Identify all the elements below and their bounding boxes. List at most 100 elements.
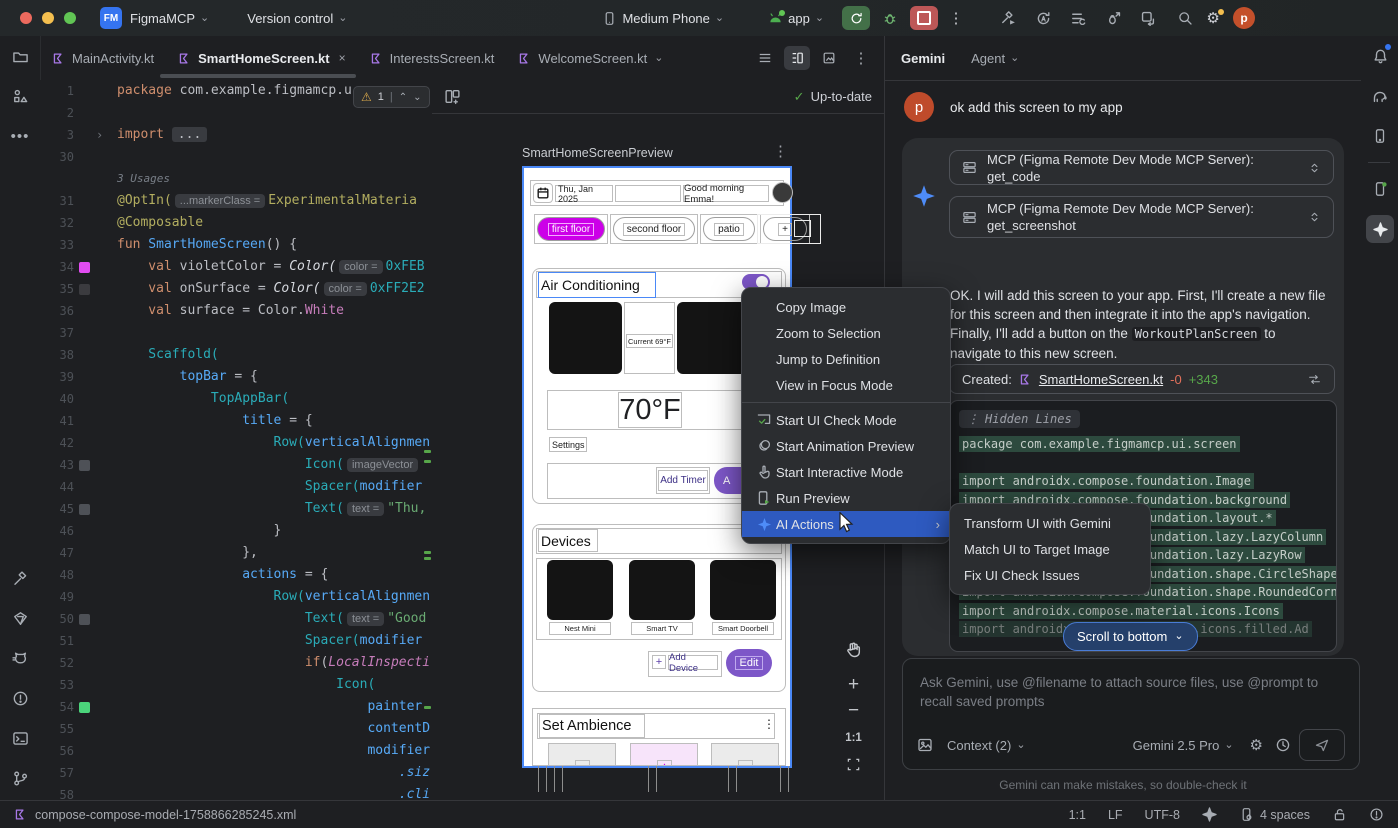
inspections-status-icon[interactable] [1369,807,1384,822]
device-tile[interactable] [629,560,695,620]
notifications-button[interactable] [1360,36,1398,76]
pan-hand-icon[interactable] [844,636,863,662]
gradle-tool-button[interactable] [1360,76,1398,116]
color-swatch[interactable] [79,284,90,295]
submenu-item-match-ui-to-target-image[interactable]: Match UI to Target Image [950,536,1150,562]
code-line[interactable]: 32@Composable [40,212,432,234]
minimize-window-button[interactable] [42,12,54,24]
color-swatch[interactable] [79,460,90,471]
color-swatch[interactable] [79,702,90,713]
running-devices-button[interactable] [1360,169,1398,209]
menu-item-zoom-to-selection[interactable]: Zoom to Selection [742,320,950,346]
edit-button[interactable]: Edit [726,649,772,677]
structure-tool-button[interactable] [0,76,40,116]
user-account-button[interactable]: p [1233,7,1255,29]
project-menu[interactable]: FigmaMCP⌄ [130,11,209,26]
gemini-status-icon[interactable] [1202,807,1217,822]
resource-manager-button[interactable] [0,598,40,638]
menu-item-start-interactive-mode[interactable]: Start Interactive Mode [742,459,950,485]
tool-call-get-screenshot[interactable]: MCP (Figma Remote Dev Mode MCP Server): … [949,196,1334,238]
run-button[interactable] [842,6,870,30]
code-line[interactable]: 36 val surface = Color.White [40,300,432,322]
more-run-options[interactable]: ⋮ [942,6,970,30]
next-issue-chevron[interactable]: ⌄ [413,92,421,103]
tab-gemini[interactable]: Gemini [901,51,945,66]
more-tool-windows-button[interactable]: ••• [0,116,40,156]
ambience-kebab[interactable]: ⋮ [763,717,775,731]
settings-button[interactable]: ⚙ [1199,6,1227,30]
expand-icon[interactable] [1308,210,1321,224]
preview-title[interactable]: SmartHomeScreenPreview [522,146,673,160]
ambience-tile[interactable] [711,743,779,766]
code-line[interactable]: 50 Text(text ="Good [40,608,432,630]
code-editor[interactable]: 1package com.example.figmamcp.u23›import… [40,80,433,800]
usages-hint[interactable]: 3 Usages [117,168,170,190]
add-timer-button[interactable]: Add Timer [658,470,708,491]
expand-icon[interactable] [1308,161,1321,175]
code-line[interactable]: 58 .cli [40,784,432,800]
tab-interestsscreen-kt[interactable]: InterestsScreen.kt [358,36,507,80]
hidden-lines-chip[interactable]: ⋮ Hidden Lines [959,410,1080,428]
tab-mainactivity-kt[interactable]: MainActivity.kt [40,36,166,80]
add-device-button[interactable]: Add Device [668,655,718,670]
inspection-widget[interactable]: ⚠ 1 | ⌃ ⌄ [353,86,430,108]
zoom-in-button[interactable]: + [844,670,863,700]
layout-grid-icon[interactable] [444,88,461,105]
split-view-button[interactable] [784,46,810,70]
code-line[interactable]: 39 topBar = { [40,366,432,388]
device-selector[interactable]: Medium Phone⌄ [602,11,724,26]
maximize-window-button[interactable] [64,12,76,24]
device-tile[interactable] [547,560,613,620]
preview-options-kebab[interactable]: ⋮ [773,142,788,160]
fold-arrow-icon[interactable]: › [96,124,103,146]
editor-options-kebab[interactable]: ⋮ [848,46,874,70]
status-1-1[interactable]: 1:1 [1069,808,1086,822]
ac-settings-label[interactable]: Settings [549,437,587,452]
code-line[interactable]: 3 Usages [40,168,432,190]
file-writable-icon[interactable] [1332,807,1347,822]
zoom-reset-button[interactable]: 1:1 [844,726,863,750]
status-4-spaces[interactable]: 4 spaces [1239,807,1310,822]
code-line[interactable]: 34 val violetColor = Color(color =0xFEB [40,256,432,278]
attach-image-icon[interactable] [917,737,933,753]
zoom-out-button[interactable]: − [844,700,863,722]
close-window-button[interactable] [20,12,32,24]
menu-item-copy-image[interactable]: Copy Image [742,294,950,320]
menu-item-view-in-focus-mode[interactable]: View in Focus Mode [742,372,950,398]
tool-call-get-code[interactable]: MCP (Figma Remote Dev Mode MCP Server): … [949,150,1334,185]
history-clock-icon[interactable] [1275,737,1291,753]
tab-scrollbar[interactable] [160,74,356,78]
submenu-item-transform-ui-with-gemini[interactable]: Transform UI with Gemini [950,510,1150,536]
terminal-tool-button[interactable] [0,718,40,758]
zoom-fit-button[interactable] [844,752,863,776]
menu-item-start-animation-preview[interactable]: Start Animation Preview [742,433,950,459]
tab-welcomescreen-kt[interactable]: WelcomeScreen.kt⌄ [506,36,675,80]
code-line[interactable]: 53 Icon( [40,674,432,696]
menu-item-jump-to-definition[interactable]: Jump to Definition [742,346,950,372]
floor-chip-patio[interactable]: patio [703,217,755,241]
prev-issue-chevron[interactable]: ⌃ [399,92,407,103]
code-line[interactable]: 49 Row(verticalAlignmen [40,586,432,608]
context-selector[interactable]: Context (2)⌄ [947,738,1026,753]
todo-list-button[interactable] [1070,10,1087,27]
code-line[interactable]: 56 modifier [40,740,432,762]
search-everywhere-button[interactable] [1171,6,1199,30]
build-project-button[interactable] [1000,10,1017,27]
code-line[interactable]: 30 [40,146,432,168]
device-manager-button[interactable] [1360,116,1398,156]
device-tile[interactable] [710,560,776,620]
status-lf[interactable]: LF [1108,808,1123,822]
code-line[interactable]: 31@OptIn(...markerClass =ExperimentalMat… [40,190,432,212]
color-swatch[interactable] [79,504,90,515]
code-line[interactable]: 35 val onSurface = Color(color =0xFF2E2 [40,278,432,300]
ac-title[interactable]: Air Conditioning [538,272,656,298]
code-line[interactable]: 37 [40,322,432,344]
ambience-tile[interactable] [548,743,616,766]
chat-input[interactable]: Ask Gemini, use @filename to attach sour… [902,658,1360,770]
color-swatch[interactable] [79,614,90,625]
code-line[interactable]: 45 Text(text ="Thu, [40,498,432,520]
profiler-button[interactable] [1105,10,1122,27]
code-line[interactable]: 43 Icon(imageVector [40,454,432,476]
color-swatch[interactable] [79,262,90,273]
problems-tool-button[interactable] [0,678,40,718]
